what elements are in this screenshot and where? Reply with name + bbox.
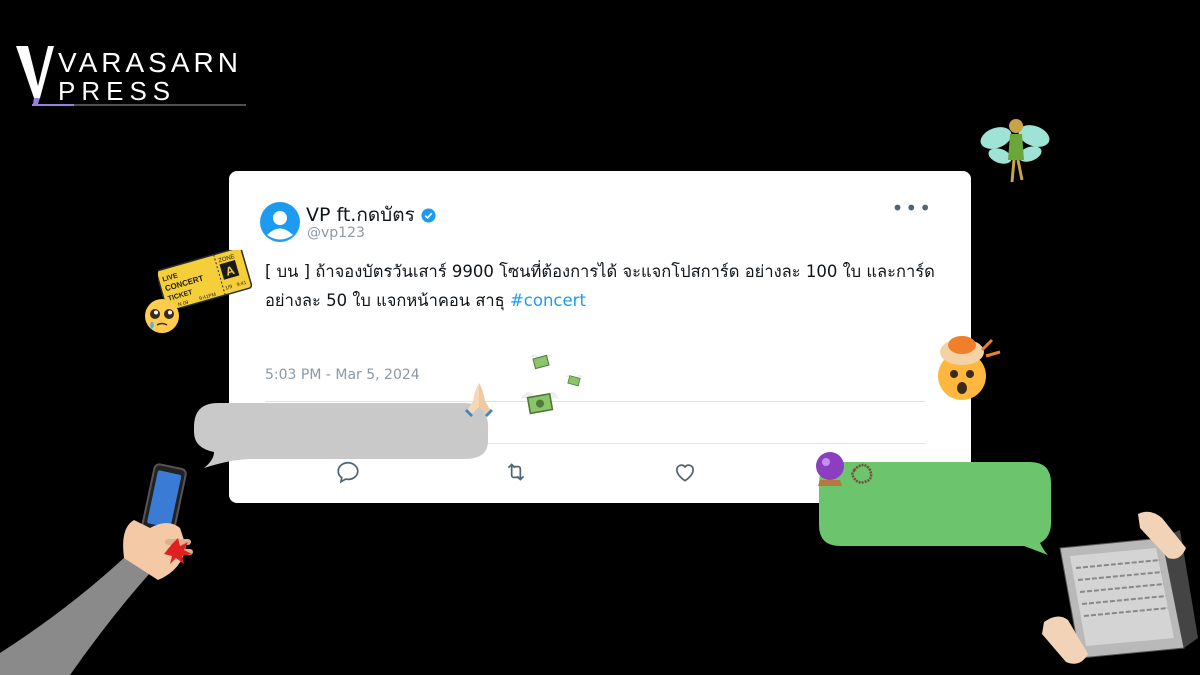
money-wings-emoji-1 bbox=[530, 354, 552, 370]
crystal-ball-emoji bbox=[816, 452, 873, 486]
pleading-face-emoji bbox=[145, 299, 179, 333]
laptop-illustration bbox=[1042, 511, 1198, 664]
verified-badge-icon bbox=[421, 207, 436, 223]
varasarn-press-logo: VARASARN PRESS bbox=[14, 42, 254, 112]
money-wings-emoji-2 bbox=[565, 374, 583, 387]
tweet-text: [ บน ] ถ้าจองบัตรวันเสาร์ 9900 โซนที่ต้อ… bbox=[265, 257, 955, 315]
user-handle[interactable]: @vp123 bbox=[307, 225, 365, 241]
more-options-button[interactable]: ••• bbox=[892, 196, 933, 220]
logo-line1: VARASARN bbox=[58, 47, 242, 78]
phone-hand-illustration bbox=[0, 463, 193, 675]
tweet-text-body: [ บน ] ถ้าจองบัตรวันเสาร์ 9900 โซนที่ต้อ… bbox=[265, 262, 935, 310]
prayer-beads-emoji bbox=[851, 463, 873, 484]
fairy-emoji bbox=[980, 119, 1050, 183]
exploding-head-emoji bbox=[938, 336, 1001, 400]
retweet-icon[interactable] bbox=[503, 459, 529, 485]
like-icon[interactable] bbox=[672, 459, 698, 485]
money-wings-emoji-3 bbox=[520, 391, 560, 415]
avatar-icon[interactable] bbox=[260, 202, 300, 242]
logo-line2: PRESS bbox=[58, 76, 176, 106]
gray-speech-bubble bbox=[194, 403, 488, 468]
hashtag-link[interactable]: #concert bbox=[510, 291, 586, 310]
praying-hands-emoji bbox=[465, 383, 493, 417]
tweet-timestamp[interactable]: 5:03 PM - Mar 5, 2024 bbox=[265, 367, 420, 383]
